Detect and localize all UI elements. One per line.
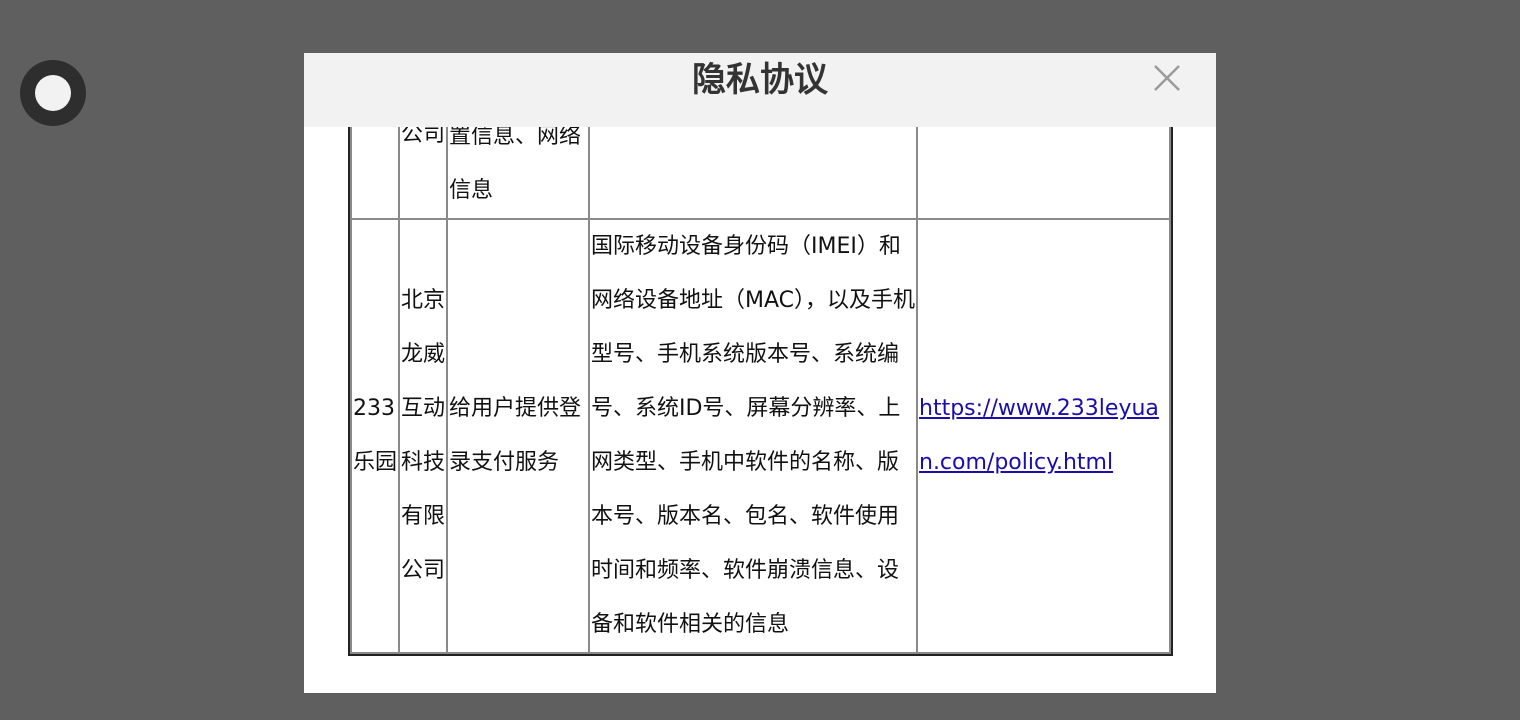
dialog-title: 隐私协议 bbox=[692, 60, 828, 100]
sdk-table: 公司 置信息、网络信息 233乐园 北京龙威互动科技有限公司 给用户提供登录支付… bbox=[348, 60, 1173, 656]
floating-ball-icon bbox=[35, 75, 71, 111]
data-collected-cell: 国际移动设备身份码（IMEI）和网络设备地址（MAC），以及手机型号、手机系统版… bbox=[588, 218, 918, 654]
data-text: 置信息、网络信息 bbox=[449, 124, 582, 203]
close-icon bbox=[1154, 65, 1180, 91]
purpose-cell: 给用户提供登录支付服务 bbox=[446, 218, 590, 654]
dialog-body[interactable]: 公司 置信息、网络信息 233乐园 北京龙威互动科技有限公司 给用户提供登录支付… bbox=[304, 53, 1216, 693]
sdk-name-cell: 233乐园 bbox=[350, 218, 400, 654]
privacy-dialog: 公司 置信息、网络信息 233乐园 北京龙威互动科技有限公司 给用户提供登录支付… bbox=[304, 53, 1216, 693]
policy-link[interactable]: https://www.233leyuan.com/policy.html bbox=[919, 396, 1159, 475]
table-row: 233乐园 北京龙威互动科技有限公司 给用户提供登录支付服务 国际移动设备身份码… bbox=[350, 218, 1171, 654]
floating-assist-button[interactable] bbox=[20, 60, 86, 126]
dialog-header: 隐私协议 bbox=[304, 53, 1216, 127]
close-button[interactable] bbox=[1150, 61, 1184, 95]
policy-cell: https://www.233leyuan.com/policy.html bbox=[916, 218, 1171, 654]
company-cell: 北京龙威互动科技有限公司 bbox=[398, 218, 448, 654]
